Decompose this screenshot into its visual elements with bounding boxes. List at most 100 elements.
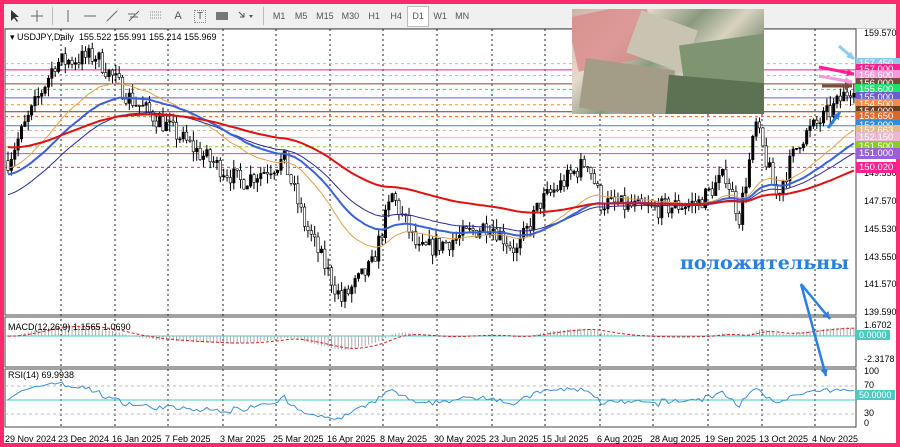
candle-body — [90, 48, 94, 62]
candle-body — [313, 233, 317, 238]
candle-body — [744, 186, 748, 194]
candle-body — [795, 148, 799, 150]
candle-body — [710, 188, 714, 196]
date-axis-label: 6 Aug 2025 — [597, 434, 643, 444]
candle-body — [259, 173, 263, 179]
candle-body — [414, 231, 418, 245]
candle-body — [198, 147, 202, 160]
annotation-text: положительны — [680, 252, 850, 274]
candle-body — [316, 236, 320, 253]
date-axis-label: 4 Nov 2025 — [812, 434, 859, 444]
candle-body — [714, 182, 718, 196]
candle-body — [40, 93, 44, 97]
candle-body — [717, 174, 721, 183]
candle-body — [208, 149, 212, 162]
candle-body — [720, 168, 724, 176]
candle-body — [788, 155, 792, 182]
candle-body — [323, 248, 327, 269]
candle-body — [848, 95, 852, 98]
date-axis-label: 19 Sep 2025 — [705, 434, 757, 444]
rsi-axis-label: 50.0000 — [856, 390, 895, 400]
candle-body — [299, 203, 303, 208]
candle-body — [758, 121, 762, 129]
candle-body — [592, 173, 596, 184]
price-axis-label: 145.530 — [864, 224, 897, 235]
candle-body — [43, 86, 47, 94]
candle-body — [559, 180, 563, 191]
candle-body — [124, 98, 128, 104]
candle-body — [309, 230, 313, 235]
symbol-name: USDJPY,Daily — [17, 32, 74, 42]
candle-body — [19, 126, 23, 140]
candle-body — [727, 183, 731, 190]
candle-body — [441, 241, 445, 251]
candle-body — [552, 189, 556, 193]
date-axis-label: 29 Nov 2024 — [5, 434, 57, 444]
candle-body — [360, 268, 364, 274]
candle-body — [555, 189, 559, 192]
candle-body — [549, 189, 553, 193]
rsi-axis-label: 70 — [864, 380, 875, 390]
candle-body — [781, 180, 785, 194]
candle-body — [838, 95, 842, 102]
macd-axis-label: 1.6702 — [864, 320, 892, 330]
candle-body — [117, 73, 121, 78]
candle-body — [94, 58, 98, 62]
candle-body — [279, 159, 283, 171]
macd-axis-label: -2.3178 — [864, 354, 895, 364]
candle-body — [195, 147, 199, 153]
candle-body — [417, 243, 421, 246]
candle-body — [751, 135, 755, 161]
candle-body — [276, 170, 280, 174]
date-axis-label: 28 Aug 2025 — [650, 434, 701, 444]
macd-signal-line — [7, 325, 854, 349]
candle-body — [303, 206, 307, 227]
rsi-label: RSI(14) 69.9938 — [8, 370, 75, 380]
candle-body — [427, 238, 431, 246]
candle-body — [181, 131, 185, 140]
candle-body — [137, 105, 141, 107]
candle-body — [245, 185, 249, 190]
date-axis-label: 30 May 2025 — [434, 434, 487, 444]
candle-body — [33, 96, 37, 107]
date-axis-label: 23 Jun 2025 — [489, 434, 539, 444]
candle-body — [356, 273, 360, 279]
candle-body — [653, 205, 657, 208]
date-axis-label: 7 Feb 2025 — [165, 434, 211, 444]
candle-body — [26, 114, 30, 122]
candle-body — [255, 178, 259, 183]
candle-body — [434, 238, 438, 256]
candle-body — [343, 288, 347, 302]
candle-body — [822, 110, 826, 124]
candle-body — [53, 68, 57, 72]
candle-body — [576, 170, 580, 178]
macd-label: MACD(12,26,9) 1.1565 1.0690 — [8, 322, 131, 332]
candle-body — [350, 286, 354, 295]
candle-body — [424, 241, 428, 246]
candle-body — [13, 149, 17, 160]
candle-body — [239, 170, 243, 180]
candle-body — [542, 193, 546, 209]
candle-body — [811, 119, 815, 127]
candle-body — [296, 183, 300, 205]
candle-body — [481, 223, 485, 232]
candle-body — [121, 76, 125, 100]
candle-body — [185, 131, 189, 141]
candle-body — [451, 240, 455, 251]
candle-body — [380, 235, 384, 239]
candle-body — [835, 95, 839, 104]
candle-body — [131, 92, 135, 106]
candle-body — [747, 159, 751, 188]
candle-body — [188, 139, 192, 142]
candle-body — [262, 172, 266, 174]
date-axis-label: 15 Jul 2025 — [542, 434, 589, 444]
candle-body — [518, 237, 522, 249]
candle-body — [471, 228, 475, 231]
candle-body — [6, 160, 10, 171]
candle-body — [225, 175, 229, 178]
candle-body — [164, 121, 168, 132]
candle-body — [292, 182, 296, 185]
candle-body — [87, 48, 91, 58]
candle-body — [84, 50, 88, 58]
candle-body — [845, 91, 849, 97]
